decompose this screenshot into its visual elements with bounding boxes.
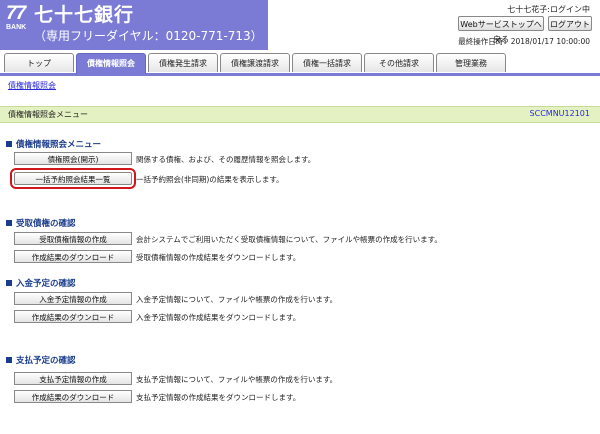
logo-bank-text: BANK	[6, 24, 27, 31]
section-payment-schedule: 支払予定の確認	[6, 354, 76, 366]
section-title: 入金予定の確認	[16, 279, 76, 289]
create-deposit-schedule-button[interactable]: 入金予定情報の作成	[14, 292, 132, 305]
header: 77 BANK 七十七銀行 （専用フリーダイヤル：0120-771-713） 七…	[0, 0, 600, 50]
breadcrumb[interactable]: 債権情報照会	[8, 80, 56, 91]
screen-id: SCCMNU12101	[529, 109, 590, 118]
create-received-claims-desc: 会計システムでご利用いただく受取債権情報について、ファイルや帳票の作成を行います…	[136, 235, 442, 244]
web-service-top-button[interactable]: Webサービストップへ戻る	[458, 16, 544, 44]
page-title: 債権情報照会メニュー	[8, 110, 88, 119]
section-inquiry-menu: 債権情報照会メニュー	[6, 138, 101, 150]
bulk-reservation-result-list-button[interactable]: 一括予約照会結果一覧	[10, 168, 136, 189]
download-deposit-results-button[interactable]: 作成結果のダウンロード	[14, 310, 132, 323]
tab-top[interactable]: トップ	[4, 53, 74, 72]
download-payment-results-desc: 支払予定情報の作成結果をダウンロードします。	[136, 393, 301, 402]
bank-logo: 77 BANK	[6, 4, 32, 32]
claim-inquiry-button[interactable]: 債権照会(開示)	[14, 152, 132, 165]
square-bullet-icon	[6, 141, 12, 147]
create-payment-schedule-button[interactable]: 支払予定情報の作成	[14, 372, 132, 385]
main-tabs: トップ 債権情報照会 債権発生請求 債権譲渡請求 債権一括請求 その他請求 管理…	[0, 50, 600, 76]
download-deposit-results-desc: 入金予定情報の作成結果をダウンロードします。	[136, 313, 301, 322]
section-deposit-schedule: 入金予定の確認	[6, 277, 76, 289]
section-title: 受取債権の確認	[16, 219, 76, 229]
tab-admin[interactable]: 管理業務	[436, 53, 506, 72]
tab-claim-transfer-request[interactable]: 債権譲渡請求	[220, 53, 290, 72]
toll-free-number: （専用フリーダイヤル：0120-771-713）	[34, 29, 263, 43]
download-payment-results-button[interactable]: 作成結果のダウンロード	[14, 390, 132, 403]
login-user: 七十七花子:ログイン中	[507, 5, 590, 14]
claim-inquiry-desc: 関係する債権、および、その履歴情報を照会します。	[136, 155, 316, 164]
page-title-bar: 債権情報照会メニュー SCCMNU12101	[0, 106, 600, 123]
section-received-claims: 受取債権の確認	[6, 217, 76, 229]
create-payment-schedule-desc: 支払予定情報について、ファイルや帳票の作成を行います。	[136, 375, 338, 384]
tab-other-request[interactable]: その他請求	[364, 53, 434, 72]
square-bullet-icon	[6, 280, 12, 286]
brand-banner: 77 BANK 七十七銀行 （専用フリーダイヤル：0120-771-713）	[0, 0, 268, 50]
square-bullet-icon	[6, 220, 12, 226]
logout-button[interactable]: ログアウト	[548, 16, 592, 31]
bank-name: 七十七銀行	[34, 4, 135, 26]
download-received-results-desc: 受取債権情報の作成結果をダウンロードします。	[136, 253, 301, 262]
bulk-reservation-result-desc: 一括予約照会(非同期)の結果を表示します。	[136, 175, 284, 184]
tab-claim-info-inquiry[interactable]: 債権情報照会	[76, 53, 146, 74]
square-bullet-icon	[6, 357, 12, 363]
create-deposit-schedule-desc: 入金予定情報について、ファイルや帳票の作成を行います。	[136, 295, 338, 304]
tab-claim-issue-request[interactable]: 債権発生請求	[148, 53, 218, 72]
create-received-claims-button[interactable]: 受取債権情報の作成	[14, 232, 132, 245]
section-title: 支払予定の確認	[16, 356, 76, 366]
download-received-results-button[interactable]: 作成結果のダウンロード	[14, 250, 132, 263]
last-operation-time: 最終操作日時：2018/01/17 10:00:00	[458, 37, 590, 46]
tab-claim-bulk-request[interactable]: 債権一括請求	[292, 53, 362, 72]
logo-number: 77	[6, 3, 26, 24]
section-title: 債権情報照会メニュー	[16, 140, 102, 150]
